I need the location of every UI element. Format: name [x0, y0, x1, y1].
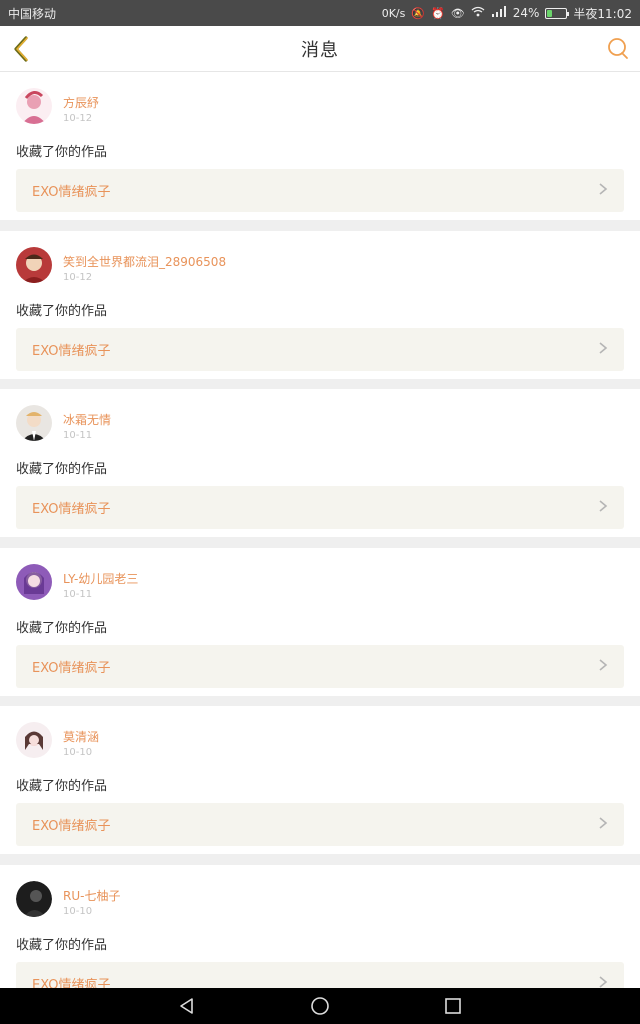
avatar[interactable] [16, 722, 52, 758]
work-link[interactable]: EXO情绪疯子 [16, 486, 624, 529]
work-title: EXO情绪疯子 [32, 343, 111, 359]
square-recents-icon [445, 998, 462, 1014]
carrier-label: 中国移动 [8, 6, 57, 21]
work-link[interactable]: EXO情绪疯子 [16, 327, 624, 371]
chevron-right-icon [598, 974, 608, 989]
avatar[interactable] [16, 563, 52, 600]
message-list: 方辰紓 10-12 收藏了你的作品 EXO情绪疯子 笑到全世界都流泪_28906… [0, 72, 640, 988]
avatar[interactable] [16, 880, 52, 917]
notification-date: 10-11 [63, 430, 93, 441]
username-link[interactable]: 方辰紓 [63, 94, 99, 111]
notification-action: 收藏了你的作品 [16, 620, 108, 636]
notification-action: 收藏了你的作品 [16, 303, 108, 319]
notification-date: 10-12 [63, 271, 93, 283]
notification-date: 10-10 [63, 747, 93, 758]
battery-icon [545, 7, 570, 19]
work-link[interactable]: EXO情绪疯子 [16, 169, 624, 212]
work-title: EXO情绪疯子 [32, 819, 111, 834]
status-icons: 0K/s 🔕 ⏰ 👁 24% 半夜11:02 [382, 5, 632, 22]
nav-home-button[interactable] [308, 994, 332, 1018]
notification-date: 10-12 [63, 113, 93, 124]
chevron-right-icon [598, 340, 608, 359]
avatar[interactable] [16, 246, 52, 283]
avatar[interactable] [16, 88, 52, 124]
notification-card: 方辰紓 10-12 收藏了你的作品 EXO情绪疯子 [0, 72, 640, 220]
signal-icon [491, 6, 507, 20]
triangle-back-icon [179, 998, 193, 1014]
search-button[interactable] [606, 36, 630, 62]
notification-card: LY-幼儿园老三 10-11 收藏了你的作品 EXO情绪疯子 [0, 547, 640, 696]
work-link[interactable]: EXO情绪疯子 [16, 803, 624, 846]
mute-icon: 🔕 [411, 6, 426, 20]
notification-card: 莫清涵 10-10 收藏了你的作品 EXO情绪疯子 [0, 706, 640, 854]
nav-recents-button[interactable] [441, 994, 465, 1018]
notification-card: 冰霜无情 10-11 收藏了你的作品 EXO情绪疯子 [0, 389, 640, 537]
back-button[interactable] [8, 34, 36, 64]
network-speed: 0K/s [381, 6, 406, 20]
work-link[interactable]: EXO情绪疯子 [16, 644, 624, 688]
notification-action: 收藏了你的作品 [16, 145, 108, 160]
avatar[interactable] [16, 405, 52, 441]
notification-action: 收藏了你的作品 [16, 462, 108, 477]
notification-card: RU-七柚子 10-10 收藏了你的作品 EXO情绪疯子 [0, 864, 640, 989]
nav-back-button[interactable] [175, 994, 199, 1018]
work-title: EXO情绪疯子 [32, 502, 111, 517]
chevron-left-icon [14, 36, 28, 62]
battery-percent: 24% [512, 6, 540, 20]
notification-action: 收藏了你的作品 [16, 937, 108, 953]
work-title: EXO情绪疯子 [32, 977, 111, 989]
system-nav-bar [0, 988, 640, 1024]
notification-action: 收藏了你的作品 [16, 779, 108, 794]
username-link[interactable]: 莫清涵 [63, 728, 99, 745]
page-title: 消息 [301, 39, 339, 61]
clock: 半夜11:02 [573, 6, 632, 21]
notification-date: 10-10 [63, 905, 93, 917]
username-link[interactable]: RU-七柚子 [63, 887, 120, 904]
username-link[interactable]: 冰霜无情 [63, 411, 111, 428]
username-link[interactable]: LY-幼儿园老三 [63, 570, 138, 587]
chevron-right-icon [598, 498, 608, 517]
alarm-icon: ⏰ [431, 6, 445, 20]
circle-home-icon [311, 997, 329, 1015]
username-link[interactable]: 笑到全世界都流泪_28906508 [63, 253, 226, 270]
app-header: 消息 [0, 26, 640, 72]
eye-icon: 👁 [450, 6, 465, 20]
search-icon [608, 38, 628, 59]
work-link[interactable]: EXO情绪疯子 [16, 961, 624, 989]
status-bar: 中国移动 0K/s 🔕 ⏰ 👁 24% 半夜11:02 [0, 0, 640, 26]
chevron-right-icon [598, 815, 608, 834]
work-title: EXO情绪疯子 [32, 660, 111, 676]
work-title: EXO情绪疯子 [32, 185, 111, 200]
chevron-right-icon [598, 181, 608, 200]
notification-date: 10-11 [63, 588, 93, 600]
notification-card: 笑到全世界都流泪_28906508 10-12 收藏了你的作品 EXO情绪疯子 [0, 230, 640, 379]
chevron-right-icon [598, 657, 608, 676]
wifi-icon [471, 6, 485, 20]
